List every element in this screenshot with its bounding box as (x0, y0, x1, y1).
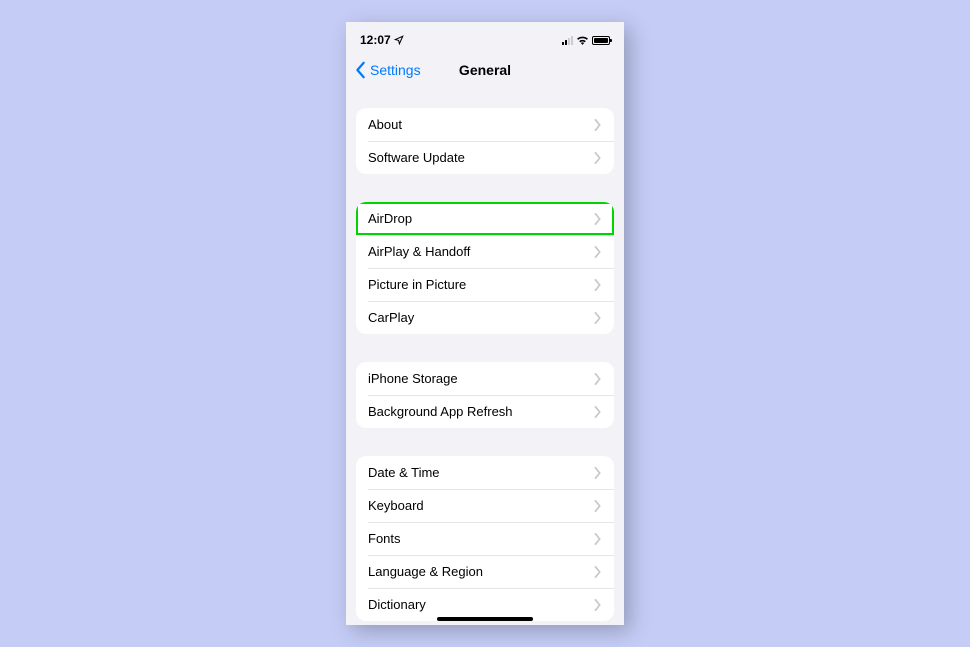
chevron-right-icon (594, 599, 602, 611)
chevron-right-icon (594, 500, 602, 512)
row-picture-in-picture[interactable]: Picture in Picture (356, 268, 614, 301)
row-label: Language & Region (368, 564, 483, 579)
row-fonts[interactable]: Fonts (356, 522, 614, 555)
chevron-right-icon (594, 213, 602, 225)
row-label: Fonts (368, 531, 401, 546)
row-label: AirPlay & Handoff (368, 244, 470, 259)
nav-bar: Settings General (346, 50, 624, 90)
settings-group: Date & Time Keyboard Fonts Language & Re… (356, 456, 614, 621)
page-title: General (459, 62, 511, 78)
battery-icon (592, 36, 610, 45)
row-label: CarPlay (368, 310, 414, 325)
chevron-left-icon (354, 61, 368, 79)
row-software-update[interactable]: Software Update (356, 141, 614, 174)
row-language-region[interactable]: Language & Region (356, 555, 614, 588)
row-airdrop[interactable]: AirDrop (356, 202, 614, 235)
row-keyboard[interactable]: Keyboard (356, 489, 614, 522)
row-label: Background App Refresh (368, 404, 513, 419)
status-right (562, 35, 610, 45)
wifi-icon (576, 35, 589, 45)
settings-group: About Software Update (356, 108, 614, 174)
back-button[interactable]: Settings (354, 61, 421, 79)
chevron-right-icon (594, 279, 602, 291)
chevron-right-icon (594, 152, 602, 164)
chevron-right-icon (594, 312, 602, 324)
settings-group: iPhone Storage Background App Refresh (356, 362, 614, 428)
row-carplay[interactable]: CarPlay (356, 301, 614, 334)
chevron-right-icon (594, 467, 602, 479)
content: About Software Update AirDrop AirPlay & … (346, 108, 624, 621)
phone-frame: 12:07 Settings General About Software Up… (346, 22, 624, 625)
chevron-right-icon (594, 533, 602, 545)
row-label: Dictionary (368, 597, 426, 612)
status-bar: 12:07 (346, 30, 624, 50)
row-label: iPhone Storage (368, 371, 458, 386)
status-time: 12:07 (360, 33, 391, 47)
home-indicator[interactable] (437, 617, 533, 621)
row-label: Picture in Picture (368, 277, 466, 292)
row-airplay-handoff[interactable]: AirPlay & Handoff (356, 235, 614, 268)
cellular-signal-icon (562, 36, 573, 45)
chevron-right-icon (594, 406, 602, 418)
row-label: AirDrop (368, 211, 412, 226)
row-about[interactable]: About (356, 108, 614, 141)
row-background-app-refresh[interactable]: Background App Refresh (356, 395, 614, 428)
chevron-right-icon (594, 246, 602, 258)
row-iphone-storage[interactable]: iPhone Storage (356, 362, 614, 395)
row-label: About (368, 117, 402, 132)
row-date-time[interactable]: Date & Time (356, 456, 614, 489)
status-left: 12:07 (360, 33, 404, 47)
chevron-right-icon (594, 373, 602, 385)
chevron-right-icon (594, 566, 602, 578)
chevron-right-icon (594, 119, 602, 131)
settings-group: AirDrop AirPlay & Handoff Picture in Pic… (356, 202, 614, 334)
row-label: Software Update (368, 150, 465, 165)
back-label: Settings (370, 62, 421, 78)
location-icon (394, 35, 404, 45)
row-label: Date & Time (368, 465, 440, 480)
row-label: Keyboard (368, 498, 424, 513)
